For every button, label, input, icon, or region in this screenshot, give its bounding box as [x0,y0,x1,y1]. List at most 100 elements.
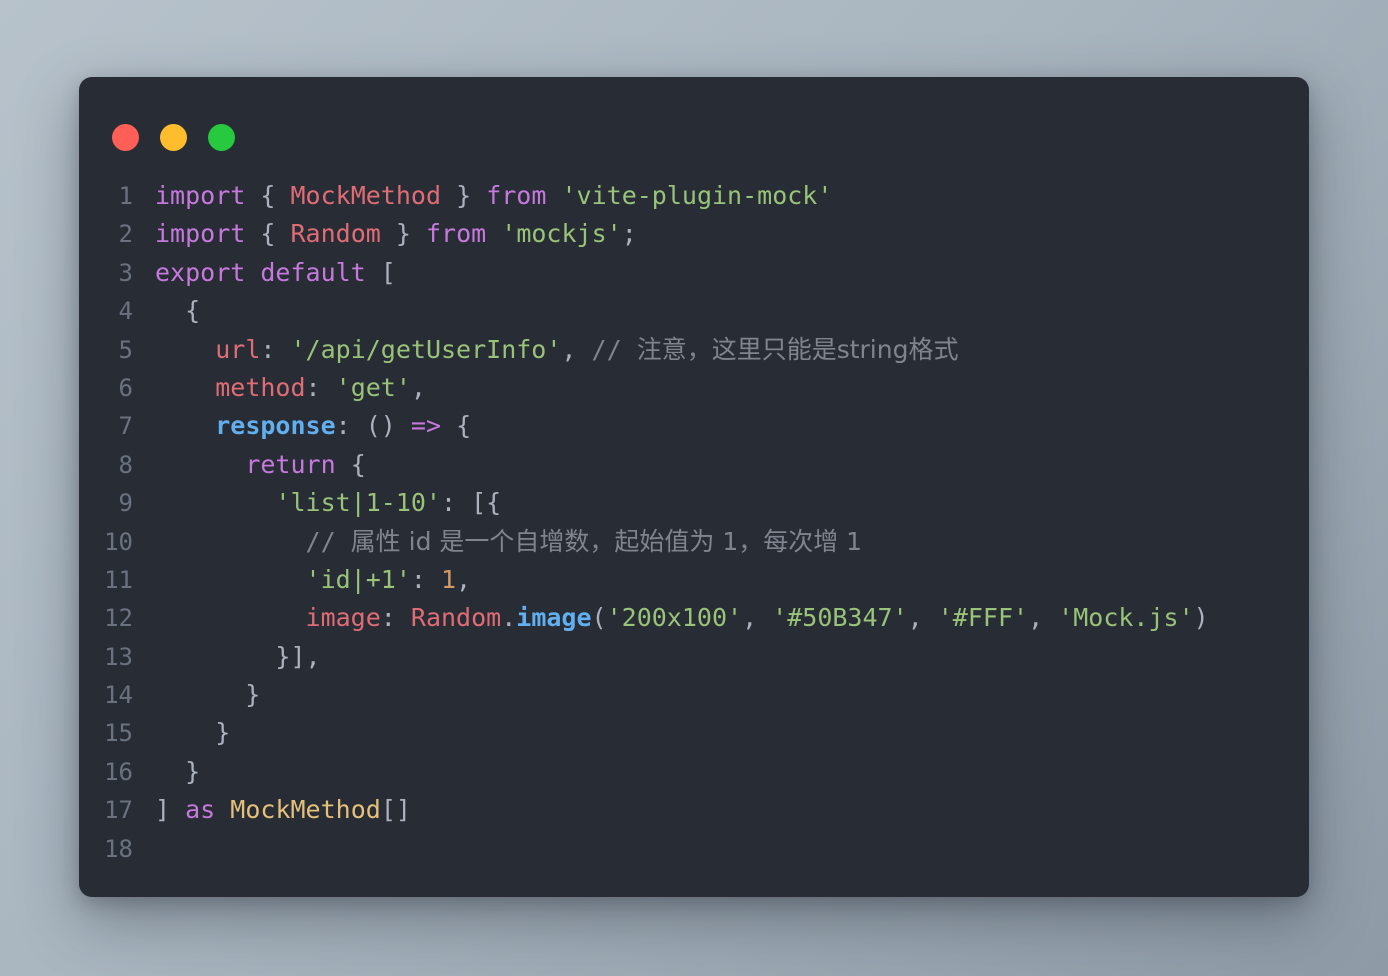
line-number: 3 [118,258,133,287]
code-line: 6 method: 'get', [79,369,1309,407]
code-token-string: 'mockjs' [501,219,622,249]
code-snippet-card: 1 import { MockMethod } from 'vite-plugin… [79,77,1309,897]
code-token-keyword: import [155,181,246,210]
code-token-keyword: default [260,257,366,287]
code-token-keyword: import [155,219,246,249]
code-line: 9 'list|1-10': [{ [79,484,1309,522]
code-token-punct: , [410,372,426,402]
code-token-punct: [] [380,795,411,825]
code-line: 13 }], [79,638,1309,676]
code-token-class: Random [290,219,381,249]
code-token-string: '200x100' [606,603,743,633]
code-token-punct: ) [1193,603,1209,633]
window-titlebar [79,77,1309,155]
close-window-button[interactable] [112,123,139,151]
code-editor-area[interactable]: 1 import { MockMethod } from 'vite-plugin… [79,155,1309,868]
code-token-string: 'vite-plugin-mock' [561,181,833,210]
line-number: 8 [118,450,133,479]
code-token-string: 'id|+1' [305,564,411,594]
code-token-comment-cjk: 注意，这里只能是string格式 [636,334,959,364]
code-line-content: ] as MockMethod[] [155,791,411,829]
code-line-content: { [155,292,200,330]
line-number: 1 [118,182,133,210]
code-token-punct: } [395,219,411,249]
code-token-punct: , [561,334,592,364]
code-line: 15 } [79,714,1309,752]
code-line-content: } [155,714,230,752]
code-line-content: export default [ [155,254,396,292]
code-token-comment: // [305,526,351,556]
code-line-content: response: () => { [155,407,471,445]
code-token-comment: // [591,334,637,364]
code-line: 18 [79,830,1309,868]
code-token-punct: : [260,334,291,364]
line-number: 16 [104,757,133,786]
code-token-punct: . [501,603,517,633]
maximize-window-button[interactable] [208,123,235,151]
line-number: 10 [104,527,133,556]
code-token-punct: } [155,718,231,748]
code-token-keyword: from [426,219,487,249]
code-token-prop: image [305,603,381,633]
line-number: 14 [104,681,133,710]
code-line: 16 } [79,753,1309,791]
code-token-punct: , [907,603,938,633]
code-token-string: '/api/getUserInfo' [290,334,562,364]
code-line-content: 'id|+1': 1, [155,561,472,599]
code-line-content: url: '/api/getUserInfo', // 注意，这里只能是stri… [155,331,958,369]
minimize-window-button[interactable] [160,123,187,151]
line-number: 4 [118,297,133,326]
code-line-content: } [155,676,260,714]
code-token-punct: : [305,372,336,402]
code-token-func: response [215,411,336,441]
code-line: 7 response: () => { [79,407,1309,445]
code-token-string: 'get' [335,372,411,402]
code-line-content: } [155,753,200,791]
line-number: 7 [118,412,133,441]
code-token-punct: { [155,296,201,326]
code-token-punct: { [260,219,276,249]
line-number: 11 [104,565,133,594]
code-token-string: '#50B347' [772,603,908,633]
code-line: 4 { [79,292,1309,330]
code-token-keyword: => [410,411,442,441]
code-line: 11 'id|+1': 1, [79,561,1309,599]
code-line: 2 import { Random } from 'mockjs'; [79,215,1309,253]
code-line: 8 return { [79,446,1309,484]
code-token-punct: } [456,181,472,210]
code-line-content: method: 'get', [155,369,426,407]
code-line: 1 import { MockMethod } from 'vite-plugin… [79,177,1309,215]
code-token-punct: : [380,603,411,633]
code-token-prop: method [215,372,306,402]
code-line-content: image: Random.image('200x100', '#50B347'… [155,599,1209,637]
code-token-method: image [516,603,592,633]
code-token-type: MockMethod [230,795,381,825]
code-line: 12 image: Random.image('200x100', '#50B3… [79,599,1309,637]
line-number: 15 [104,719,133,748]
code-token-punct: [ [380,257,396,287]
code-token-punct: : [410,564,441,594]
code-token-keyword: as [185,795,216,825]
code-token-class: Random [410,603,502,633]
code-line: 10 // 属性 id 是一个自增数，起始值为 1，每次增 1 [79,523,1309,561]
line-number: 6 [118,373,133,402]
code-line-content: import { Random } from 'mockjs'; [155,215,637,253]
code-token-string: 'list|1-10' [275,488,441,518]
code-line-content: }], [155,638,320,676]
code-line-content: return { [155,446,365,484]
code-line: 14 } [79,676,1309,714]
